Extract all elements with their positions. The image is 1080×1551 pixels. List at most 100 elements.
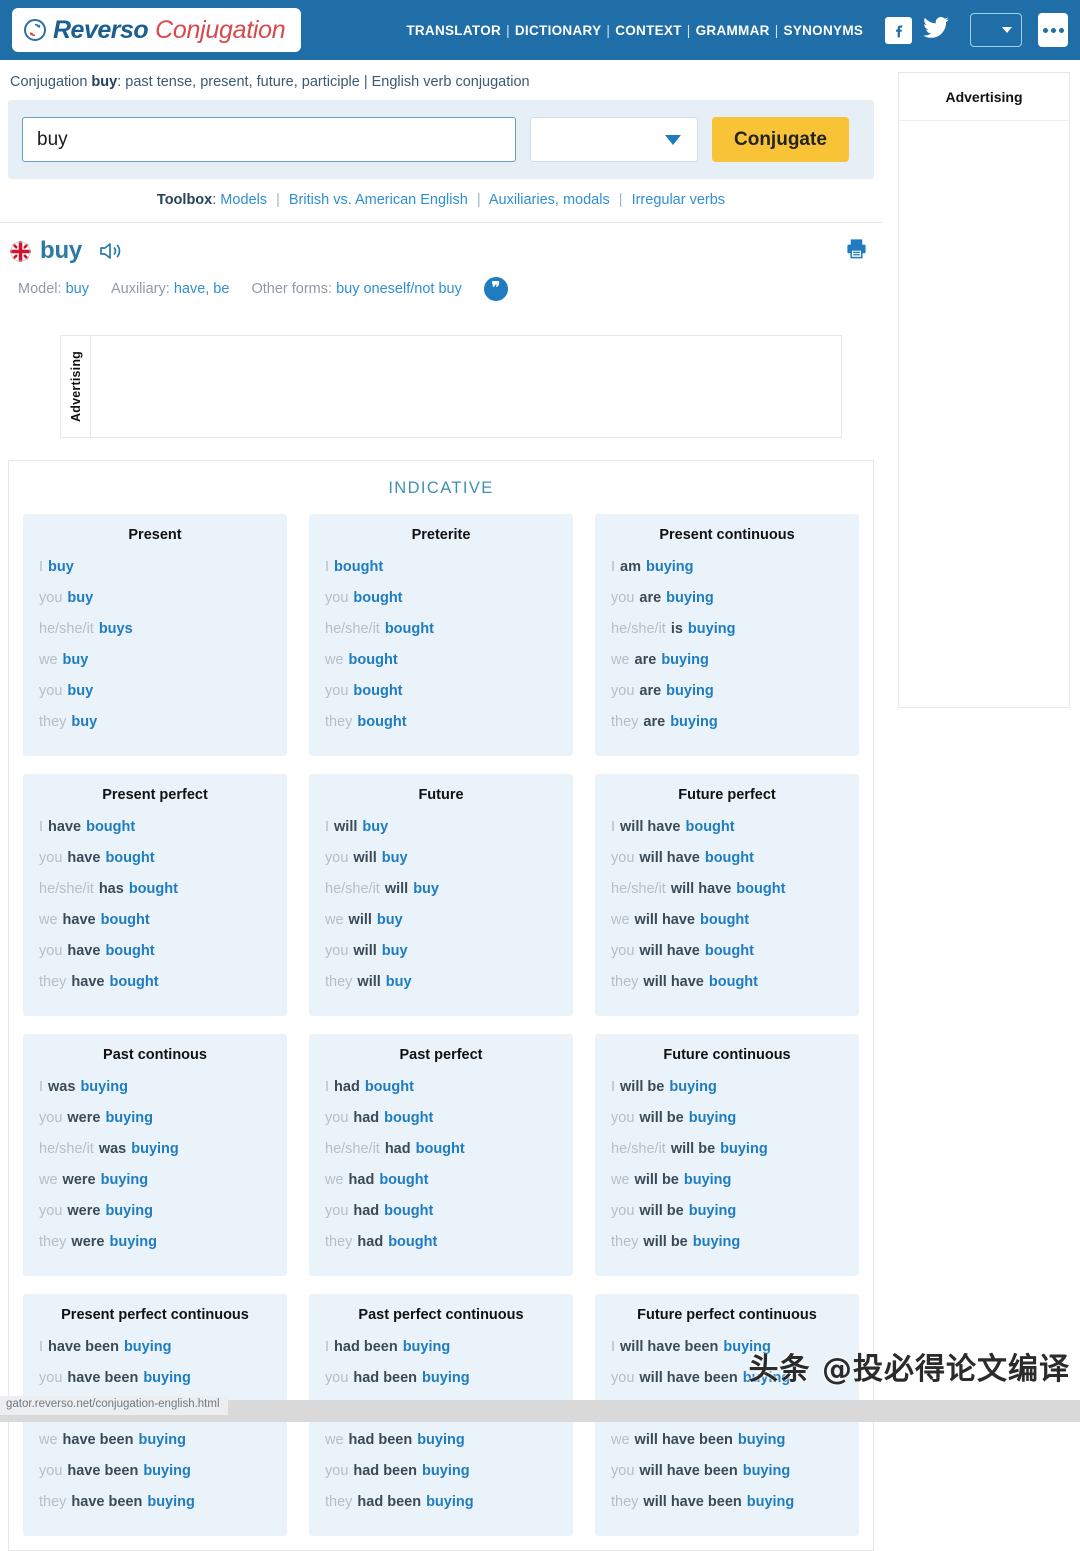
conjugation-row: you have been buying xyxy=(39,1363,271,1394)
auxiliary-verb: had xyxy=(353,1110,380,1126)
auxiliary-verb: was xyxy=(48,1079,76,1095)
conjugation-row: they will buy xyxy=(325,967,557,998)
conjugation-row: you were buying xyxy=(39,1196,271,1227)
verb-search-input[interactable] xyxy=(22,117,516,162)
auxiliary-verb: had xyxy=(334,1079,360,1095)
browser-statusbar: gator.reverso.net/conjugation-english.ht… xyxy=(0,1396,1080,1422)
conjugated-verb: buying xyxy=(422,1370,470,1386)
mood-title-indicative: INDICATIVE xyxy=(388,479,494,497)
auxiliary-verb: will have been xyxy=(620,1339,719,1355)
tense-title: Future xyxy=(418,787,464,803)
conjugated-verb: bought xyxy=(700,912,750,928)
print-icon[interactable] xyxy=(845,237,868,265)
toolbox-colon: : xyxy=(212,192,217,208)
conjugated-verb: bought xyxy=(736,881,786,897)
toolbox-link-auxiliaries[interactable]: Auxiliaries, modals xyxy=(489,192,610,208)
pronoun: you xyxy=(325,1463,349,1479)
toolbox-link-irregular-verbs[interactable]: Irregular verbs xyxy=(632,192,725,208)
auxiliary-verb: have been xyxy=(71,1494,143,1510)
pronoun: you xyxy=(39,590,63,606)
pronoun: you xyxy=(39,683,63,699)
nav-grammar[interactable]: GRAMMAR xyxy=(696,23,770,38)
pronoun: they xyxy=(325,1234,353,1250)
more-menu-button[interactable] xyxy=(1038,13,1068,47)
pronoun: I xyxy=(325,819,330,835)
pronoun: I xyxy=(611,559,616,575)
other-forms-value[interactable]: buy oneself/not buy xyxy=(336,281,462,297)
auxiliary-verb: have xyxy=(67,943,101,959)
pronoun: they xyxy=(325,714,353,730)
pronoun: you xyxy=(611,1370,635,1386)
conjugated-verb: buy xyxy=(385,974,412,990)
pronoun: we xyxy=(39,1432,58,1448)
tense-title: Present perfect continuous xyxy=(61,1307,249,1323)
pronoun: he/she/it xyxy=(611,881,666,897)
conjugated-verb: buying xyxy=(143,1370,191,1386)
conjugation-row: Ihave been buying xyxy=(39,1332,271,1363)
auxiliary-verb: have been xyxy=(67,1370,139,1386)
quote-badge-icon[interactable]: ❞ xyxy=(483,277,508,301)
nav-context[interactable]: CONTEXT xyxy=(615,23,682,38)
pronoun: they xyxy=(611,974,639,990)
conjugation-row: Iwill have bought xyxy=(611,812,843,843)
conjugated-verb: buying xyxy=(688,1203,737,1219)
speaker-icon[interactable] xyxy=(98,240,124,262)
toolbox-link-models[interactable]: Models xyxy=(220,192,267,208)
tense-card: Present continuous Iam buying you are buying h… xyxy=(595,514,859,756)
nav-synonyms[interactable]: SYNONYMS xyxy=(784,23,864,38)
conjugation-row: Iwas buying xyxy=(39,1072,271,1103)
conjugated-verb: bought xyxy=(353,590,403,606)
toolbox-separator: | xyxy=(276,192,280,208)
tense-title: Future perfect continuous xyxy=(637,1307,817,1323)
conjugation-row: he/she/it bought xyxy=(325,614,557,645)
pronoun: we xyxy=(611,652,630,668)
search-language-dropdown[interactable] xyxy=(530,117,698,162)
conjugation-row: he/she/it was buying xyxy=(39,1134,271,1165)
toolbox-separator: | xyxy=(618,192,623,208)
pronoun: we xyxy=(611,1172,630,1188)
conjugated-verb: bought xyxy=(353,683,403,699)
nav-dictionary[interactable]: DICTIONARY xyxy=(515,23,602,38)
site-logo[interactable]: Reverso Conjugation xyxy=(12,8,302,52)
site-header: Reverso Conjugation TRANSLATOR | DICTION… xyxy=(0,0,1080,60)
conjugation-row: we had been buying xyxy=(325,1425,557,1456)
conjugated-verb: buy xyxy=(67,683,94,699)
conjugation-row: we will buy xyxy=(325,905,557,936)
language-selector[interactable] xyxy=(970,13,1023,47)
tense-card: Future perfect Iwill have bought you will ha… xyxy=(595,774,859,1016)
conjugation-row: he/she/it will be buying xyxy=(611,1134,843,1165)
conjugated-verb: bought xyxy=(379,1172,429,1188)
conjugation-row: you buy xyxy=(39,583,271,614)
pronoun: you xyxy=(39,1370,63,1386)
conjugation-row: they will have been buying xyxy=(611,1487,843,1518)
model-value[interactable]: buy xyxy=(66,281,89,297)
conjugated-verb: buying xyxy=(742,1463,791,1479)
nav-translator[interactable]: TRANSLATOR xyxy=(406,23,501,38)
conjugation-row: they were buying xyxy=(39,1227,271,1258)
other-forms-group: Other forms: buy oneself/not buy xyxy=(251,281,461,297)
conjugated-verb: bought xyxy=(128,881,178,897)
tense-title: Past perfect continuous xyxy=(358,1307,524,1323)
conjugated-verb: buying xyxy=(123,1339,172,1355)
auxiliary-value[interactable]: have, be xyxy=(174,281,230,297)
conjugated-verb: buy xyxy=(67,590,94,606)
auxiliary-verb: will have xyxy=(634,912,695,928)
conjugated-verb: buy xyxy=(413,881,439,897)
other-forms-label: Other forms: xyxy=(251,281,333,297)
twitter-icon[interactable] xyxy=(922,16,950,45)
conjugated-verb: buying xyxy=(746,1494,795,1510)
pronoun: you xyxy=(325,850,349,866)
tense-card: Past continous Iwas buying you were buying he/… xyxy=(23,1034,287,1276)
nav-separator: | xyxy=(606,22,611,38)
conjugation-panel: INDICATIVE Present Ibuy you buy he/she/it buy… xyxy=(8,460,874,1551)
auxiliary-verb: have been xyxy=(48,1339,119,1355)
conjugate-button[interactable]: Conjugate xyxy=(712,117,849,162)
facebook-icon[interactable] xyxy=(885,16,913,44)
toolbox-link-british-american[interactable]: British vs. American English xyxy=(289,192,468,208)
conjugated-verb: buying xyxy=(422,1463,470,1479)
nav-separator: | xyxy=(774,22,779,38)
conjugated-verb: buy xyxy=(381,850,408,866)
auxiliary-verb: will have been xyxy=(643,1494,742,1510)
conjugated-verb: buying xyxy=(80,1079,128,1095)
conjugated-verb: bought xyxy=(334,559,384,575)
